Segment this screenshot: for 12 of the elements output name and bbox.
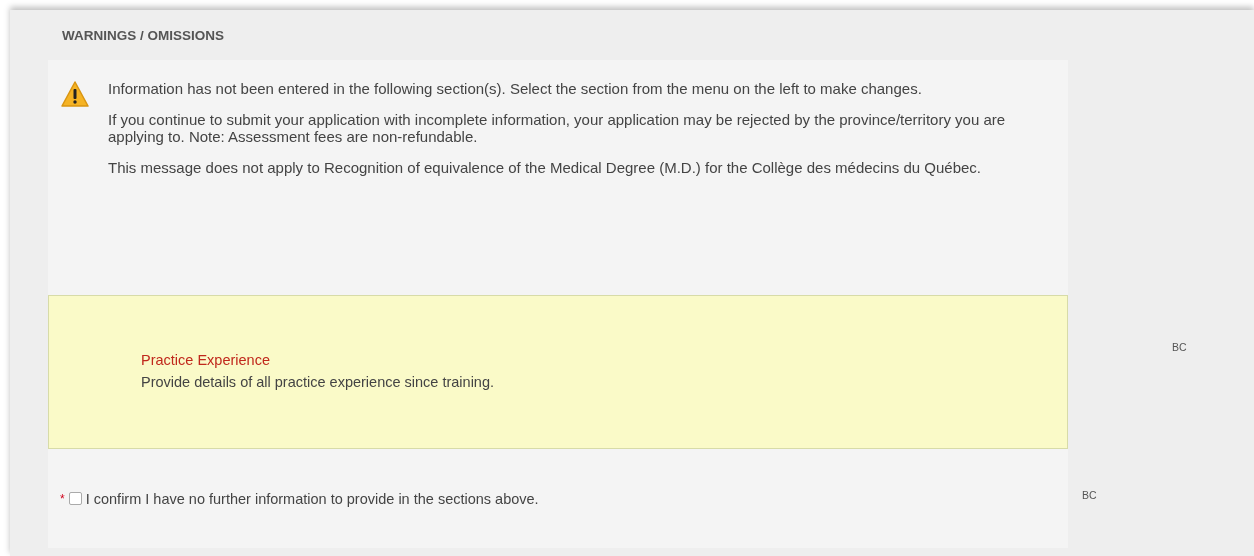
confirm-checkbox[interactable] <box>68 492 82 505</box>
warning-text: Information has not been entered in the following section(s). Select the section from the menu on the left to make changes. <box>108 80 923 97</box>
warning-text: If you continue to submit your application with incomplete information, your application may be rejected by the province/territory you are applying to. Note: Assessment fees are non-refundable. <box>108 111 1007 145</box>
province-code: BC <box>1082 489 1097 501</box>
confirm-label: I confirm I have no further information to provide in the sections above. <box>85 490 539 507</box>
section-title: WARNINGS / OMISSIONS <box>62 27 224 43</box>
omission-title: Practice Experience <box>141 352 271 368</box>
required-marker: * <box>60 491 65 506</box>
warning-icon <box>60 80 90 108</box>
warning-text: This message does not apply to Recognition of equivalence of the Medical Degree (M.D.) for the Collège des médecins du Québec. <box>108 159 982 176</box>
omission-description: Provide details of all practice experience since training. <box>141 374 496 390</box>
province-code: BC <box>1172 341 1187 353</box>
